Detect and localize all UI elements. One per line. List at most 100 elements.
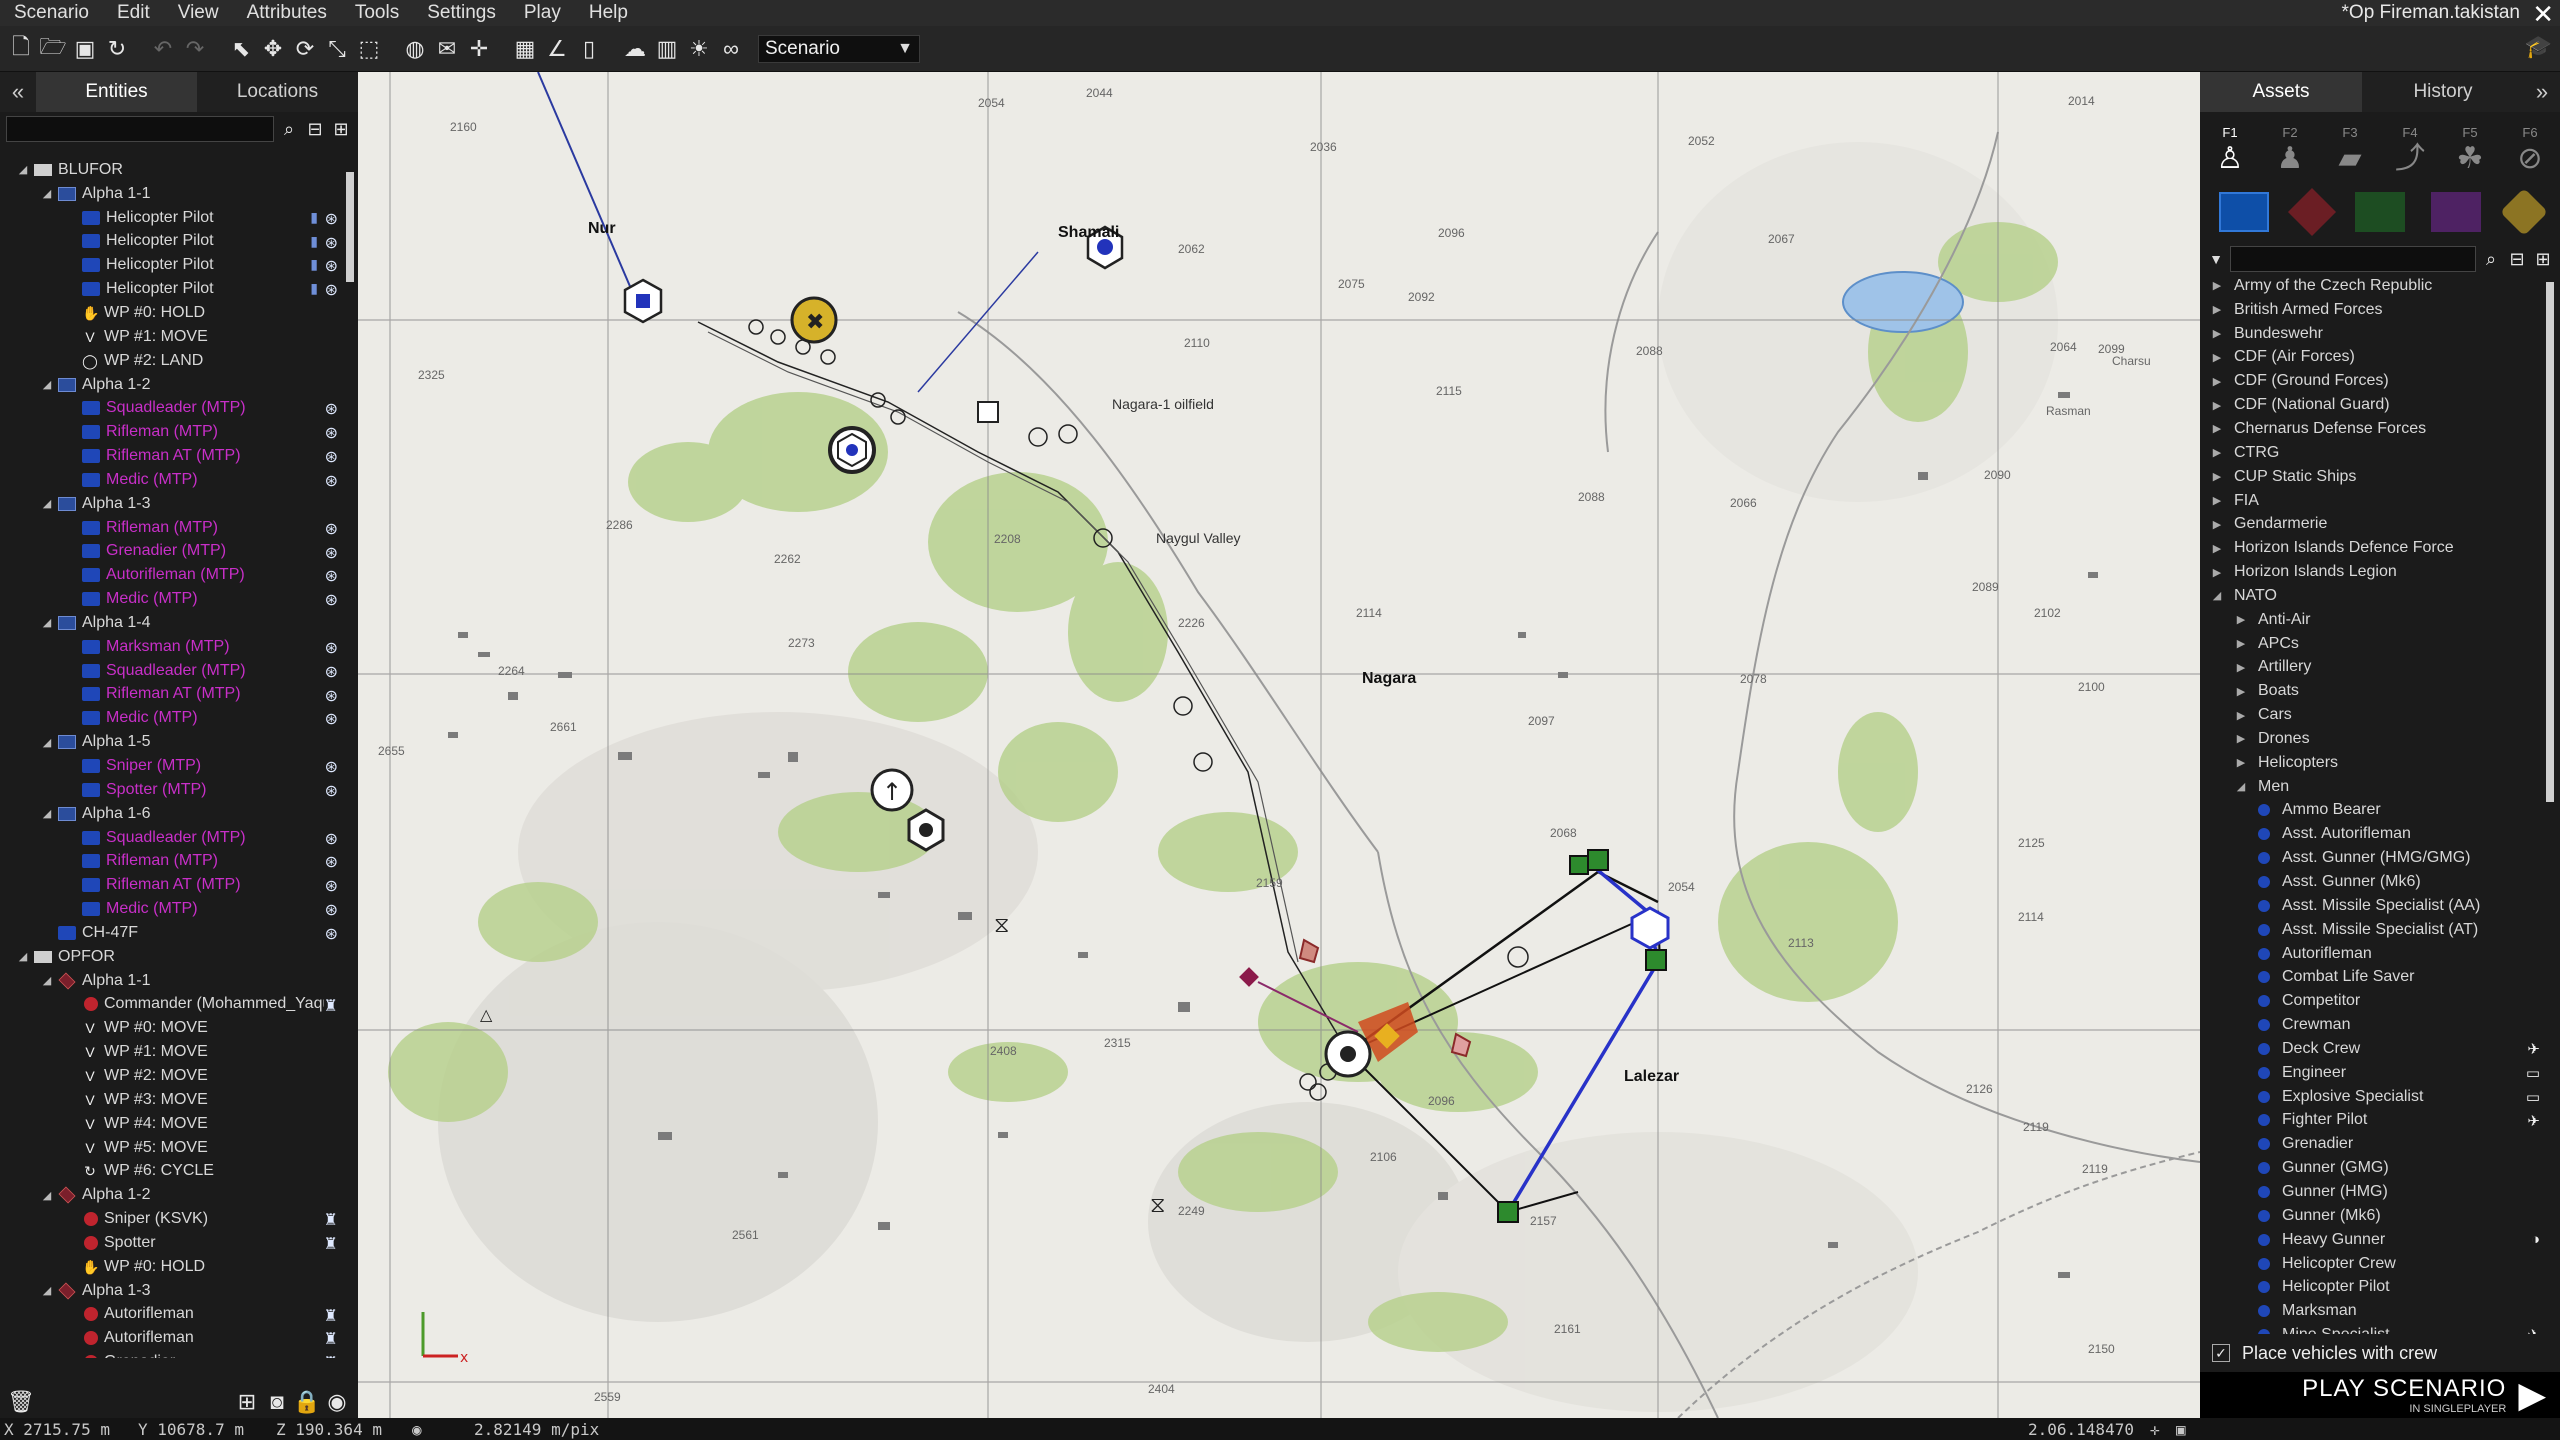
side-civilian-button[interactable]: [2431, 192, 2481, 232]
expand-arrow-icon[interactable]: ▶: [2210, 422, 2224, 435]
expand-arrow-icon[interactable]: ▶: [2210, 303, 2224, 316]
menu-attributes[interactable]: Attributes: [233, 0, 341, 26]
entity-status-icon[interactable]: ⊛: [325, 233, 338, 253]
trash-icon[interactable]: 🗑: [7, 1389, 35, 1414]
expand-arrow-icon[interactable]: ▶: [2210, 542, 2224, 555]
expand-arrow-icon[interactable]: ◢: [40, 187, 54, 200]
place-crew-row[interactable]: ✓ Place vehicles with crew: [2200, 1338, 2560, 1368]
collapse-left-button[interactable]: «: [0, 72, 36, 112]
save-icon[interactable]: ▣: [70, 34, 100, 64]
scenario-dropdown[interactable]: Scenario ▼: [758, 34, 920, 63]
expand-arrow-icon[interactable]: ▶: [2210, 470, 2224, 483]
expand-arrow-icon[interactable]: ▶: [2234, 661, 2248, 674]
tree-row[interactable]: ◢ Alpha 1-5: [0, 730, 352, 754]
tree-row[interactable]: Medic (MTP) ⊛: [0, 897, 352, 921]
asset-row[interactable]: Explosive Specialist ▭: [2200, 1085, 2544, 1109]
surface-snap-icon[interactable]: ✉: [432, 34, 462, 64]
tree-row[interactable]: Rifleman (MTP) ⊛: [0, 516, 352, 540]
tree-row[interactable]: ◢ Alpha 1-3: [0, 1279, 352, 1303]
entity-status-icon[interactable]: ♜: [324, 1210, 338, 1230]
tree-row[interactable]: ◢ Alpha 1-4: [0, 611, 352, 635]
expand-arrow-icon[interactable]: ▶: [2234, 613, 2248, 626]
vertical-mode-icon[interactable]: ✛: [464, 34, 494, 64]
expand-arrow-icon[interactable]: ▶: [2210, 375, 2224, 388]
asset-row[interactable]: Mine Specialist ✈: [2200, 1323, 2544, 1334]
entity-status-icon[interactable]: ♜: [324, 996, 338, 1016]
asset-row[interactable]: Asst. Gunner (Mk6): [2200, 870, 2544, 894]
graduation-icon[interactable]: 🎓: [2525, 34, 2552, 60]
tree-row[interactable]: Grenadier ♜: [0, 1350, 352, 1358]
tree-row[interactable]: ◢ Alpha 1-2: [0, 373, 352, 397]
asset-row[interactable]: Autorifleman: [2200, 942, 2544, 966]
asset-row[interactable]: Heavy Gunner ◑: [2200, 1228, 2544, 1252]
tab-locations[interactable]: Locations: [197, 72, 358, 112]
sun-icon[interactable]: ☀: [684, 34, 714, 64]
category-disabled[interactable]: F6 ⊘: [2507, 125, 2553, 178]
weather-icon[interactable]: ☁: [620, 34, 650, 64]
asset-row[interactable]: ◢ Men: [2200, 775, 2544, 799]
tree-row[interactable]: Grenadier (MTP) ⊛: [0, 540, 352, 564]
entity-status-icon[interactable]: ♜: [324, 1353, 338, 1358]
asset-row[interactable]: ▶ Horizon Islands Legion: [2200, 560, 2544, 584]
category-waypoints[interactable]: F4 ⤴: [2387, 125, 2433, 178]
expand-arrow-icon[interactable]: ◢: [40, 616, 54, 629]
tab-assets[interactable]: Assets: [2200, 72, 2362, 112]
entity-status-icon[interactable]: ⊛: [325, 280, 338, 300]
entity-status-icon[interactable]: ⊛: [325, 757, 338, 777]
angle-snap-icon[interactable]: ∠: [542, 34, 572, 64]
expand-arrow-icon[interactable]: ▶: [2234, 685, 2248, 698]
tree-row[interactable]: Helicopter Pilot ⊛ ▮: [0, 206, 352, 230]
side-empty-button[interactable]: [2499, 187, 2549, 237]
tree-row[interactable]: Marksman (MTP) ⊛: [0, 635, 352, 659]
asset-row[interactable]: Gunner (GMG): [2200, 1156, 2544, 1180]
asset-row[interactable]: ▶ CUP Static Ships: [2200, 465, 2544, 489]
tree-row[interactable]: ◢ OPFOR: [0, 945, 352, 969]
entity-status-icon[interactable]: ⊛: [325, 638, 338, 658]
search-icon[interactable]: ⌕: [278, 118, 300, 140]
tree-row[interactable]: ◢ Alpha 1-1: [0, 969, 352, 993]
expand-arrow-icon[interactable]: ◢: [16, 163, 30, 176]
asset-row[interactable]: ◢ NATO: [2200, 584, 2544, 608]
category-markers[interactable]: F5 ☘: [2447, 125, 2493, 178]
expand-arrow-icon[interactable]: ▶: [2210, 327, 2224, 340]
tree-row[interactable]: V WP #0: MOVE: [0, 1016, 352, 1040]
tree-row[interactable]: Rifleman (MTP) ⊛: [0, 849, 352, 873]
binoculars-icon[interactable]: ∞: [716, 34, 746, 64]
asset-row[interactable]: ▶ Horizon Islands Defence Force: [2200, 536, 2544, 560]
tree-row[interactable]: Medic (MTP) ⊛: [0, 706, 352, 730]
expand-arrow-icon[interactable]: ▶: [2210, 566, 2224, 579]
expand-arrow-icon[interactable]: ▶: [2210, 399, 2224, 412]
side-opfor-button[interactable]: [2287, 187, 2337, 237]
expand-arrow-icon[interactable]: ▶: [2234, 732, 2248, 745]
entity-status-icon[interactable]: ♜: [324, 1234, 338, 1254]
asset-row[interactable]: ▶ APCs: [2200, 632, 2544, 656]
asset-row[interactable]: ▶ Chernarus Defense Forces: [2200, 417, 2544, 441]
entity-status-icon[interactable]: ⊛: [325, 471, 338, 491]
menu-tools[interactable]: Tools: [341, 0, 413, 26]
asset-row[interactable]: ▶ Artillery: [2200, 656, 2544, 680]
place-crew-checkbox[interactable]: ✓: [2212, 1344, 2230, 1362]
asset-row[interactable]: Deck Crew ✈: [2200, 1037, 2544, 1061]
search-icon[interactable]: ⌕: [2480, 248, 2502, 270]
collapse-all-icon[interactable]: ⊟: [2506, 248, 2528, 270]
entity-status-icon[interactable]: ⊛: [325, 686, 338, 706]
expand-arrow-icon[interactable]: ▶: [2210, 351, 2224, 364]
asset-row[interactable]: ▶ Boats: [2200, 679, 2544, 703]
expand-arrow-icon[interactable]: ◢: [2210, 589, 2224, 602]
expand-arrow-icon[interactable]: ▶: [2210, 494, 2224, 507]
tree-row[interactable]: Squadleader (MTP) ⊛: [0, 826, 352, 850]
expand-arrow-icon[interactable]: ◢: [40, 807, 54, 820]
expand-arrow-icon[interactable]: ▶: [2234, 756, 2248, 769]
side-independent-button[interactable]: [2355, 192, 2405, 232]
camera-icon[interactable]: ◙: [266, 1389, 288, 1414]
asset-row[interactable]: ▶ CDF (Ground Forces): [2200, 369, 2544, 393]
expand-arrow-icon[interactable]: ◢: [40, 1284, 54, 1297]
tree-row[interactable]: V WP #5: MOVE: [0, 1136, 352, 1160]
tab-entities[interactable]: Entities: [36, 72, 197, 112]
entity-status-icon[interactable]: ⊛: [325, 519, 338, 539]
tree-row[interactable]: Rifleman AT (MTP) ⊛: [0, 683, 352, 707]
asset-row[interactable]: ▶ CDF (National Guard): [2200, 393, 2544, 417]
entity-status-icon[interactable]: ♜: [324, 1306, 338, 1326]
rotate-tool-icon[interactable]: ⟳: [290, 34, 320, 64]
tree-row[interactable]: Rifleman AT (MTP) ⊛: [0, 873, 352, 897]
